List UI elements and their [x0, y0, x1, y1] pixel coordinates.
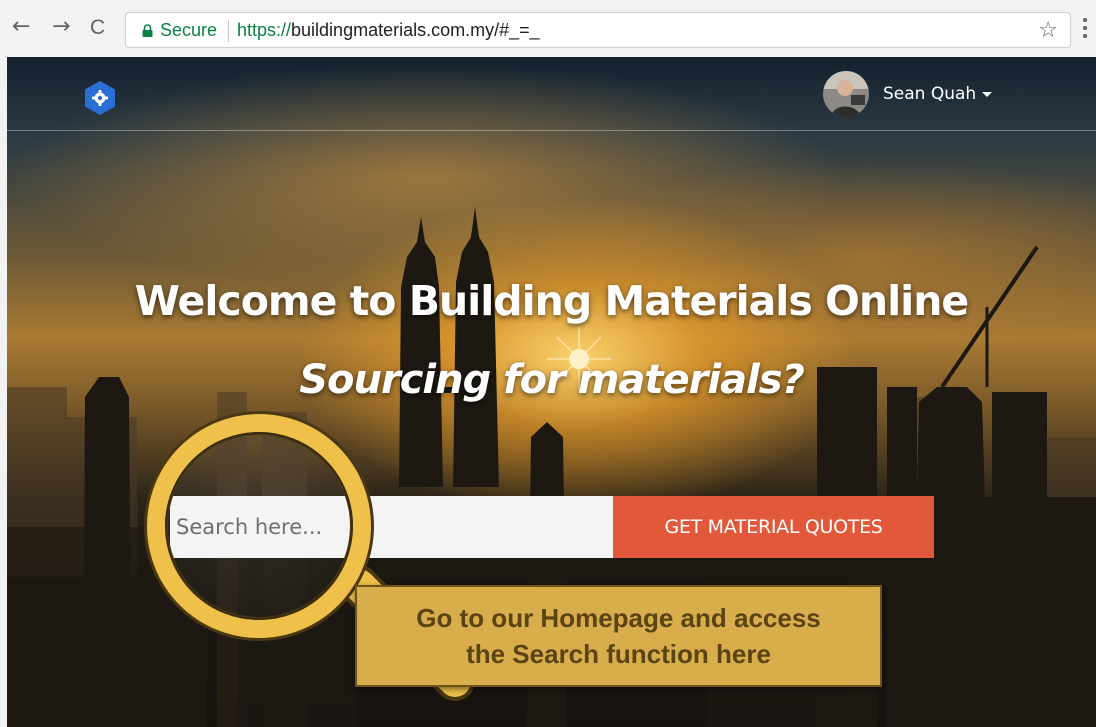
- callout-line-1: Go to our Homepage and access: [416, 603, 821, 633]
- site-logo-icon[interactable]: [84, 80, 116, 116]
- header-divider: [7, 130, 1096, 131]
- hero-section: Sean Quah Welcome to Building Materials …: [7, 57, 1096, 727]
- secure-label: Secure: [160, 20, 218, 40]
- callout-line-2: the Search function here: [466, 639, 771, 669]
- bookmark-star-icon[interactable]: ☆: [1038, 18, 1058, 43]
- browser-menu-icon[interactable]: [1083, 18, 1087, 40]
- hero-title: Welcome to Building Materials Online: [134, 277, 969, 325]
- avatar: [823, 71, 869, 117]
- url-path: buildingmaterials.com.my/#_=_: [291, 20, 540, 40]
- reload-button[interactable]: C: [90, 17, 105, 38]
- address-separator: [228, 20, 229, 42]
- callout-annotation: Go to our Homepage and access the Search…: [355, 585, 882, 687]
- lock-icon: [142, 24, 153, 37]
- url-scheme: https://: [237, 20, 292, 40]
- url-text[interactable]: https://buildingmaterials.com.my/#_=_: [237, 20, 540, 41]
- back-button[interactable]: ←: [12, 16, 30, 38]
- search-input[interactable]: [170, 496, 613, 558]
- user-menu[interactable]: Sean Quah: [823, 71, 993, 117]
- hero-subtitle: Sourcing for materials?: [299, 357, 805, 403]
- browser-toolbar: ← → C Secure https://buildingmaterials.c…: [0, 0, 1096, 57]
- user-name: Sean Quah: [883, 84, 977, 104]
- address-bar[interactable]: Secure https://buildingmaterials.com.my/…: [125, 12, 1071, 48]
- get-material-quotes-button[interactable]: GET MATERIAL QUOTES: [613, 496, 934, 558]
- caret-down-icon: [982, 91, 993, 97]
- forward-button[interactable]: →: [52, 16, 70, 38]
